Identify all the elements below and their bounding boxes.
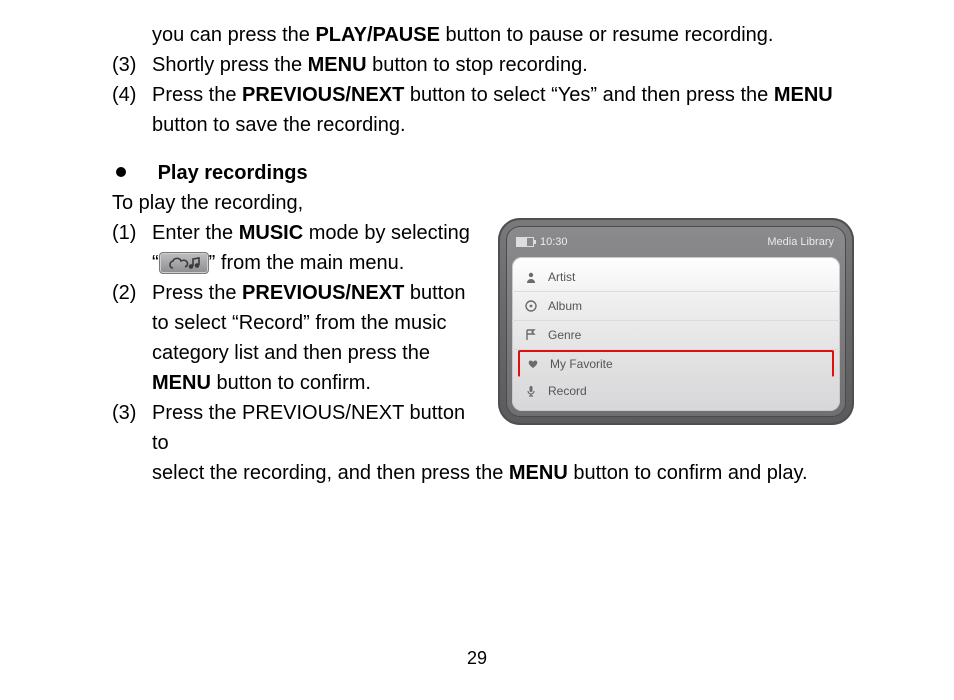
- music-mode-icon: [159, 252, 209, 274]
- battery-icon: [516, 237, 534, 247]
- text: select the recording, and then press the: [152, 462, 509, 484]
- mic-icon: [524, 384, 538, 398]
- bold: PLAY/PAUSE: [315, 24, 439, 46]
- heart-icon: [526, 357, 540, 371]
- text: Press the: [152, 282, 242, 304]
- bold: MENU: [509, 462, 568, 484]
- section-title: Play recordings: [158, 158, 308, 188]
- text: button to confirm and play.: [568, 462, 808, 484]
- text: ” from the main menu.: [209, 252, 405, 274]
- bold: PREVIOUS/NEXT: [242, 84, 404, 106]
- device-menu-item-album: Album: [512, 292, 840, 321]
- bold: PREVIOUS/NEXT: [242, 282, 404, 304]
- text: button to select “Yes” and then press th…: [404, 84, 774, 106]
- list-number: (3): [112, 50, 152, 80]
- device-menu-item-artist: Artist: [512, 263, 840, 292]
- text: you can press the: [152, 24, 315, 46]
- text: Press the: [152, 84, 242, 106]
- device-menu-item-record: Record: [512, 377, 840, 405]
- device-menu-item-favorite-highlighted: My Favorite: [518, 350, 834, 377]
- list-number-blank: [112, 458, 152, 488]
- list-number: (1): [112, 218, 152, 278]
- list-number: (3): [112, 398, 152, 458]
- play-step-3b: select the recording, and then press the…: [152, 458, 808, 488]
- section-header-row: Play recordings: [112, 158, 854, 188]
- play-step-3a: Press the PREVIOUS/NEXT button to: [152, 398, 480, 458]
- step-4-text: Press the PREVIOUS/NEXT button to select…: [152, 80, 854, 140]
- fragment-line: you can press the PLAY/PAUSE button to p…: [152, 20, 854, 50]
- bold: MENU: [152, 372, 211, 394]
- bold: MENU: [774, 84, 833, 106]
- device-menu-label: Record: [548, 382, 587, 400]
- device-title: Media Library: [767, 234, 834, 251]
- text: Enter the: [152, 222, 239, 244]
- device-time: 10:30: [540, 234, 568, 251]
- list-number: (2): [112, 278, 152, 398]
- bullet-icon: [112, 158, 152, 185]
- step-3-text: Shortly press the MENU button to stop re…: [152, 50, 854, 80]
- play-steps-list: (1) Enter the MUSIC mode by selecting “ …: [112, 218, 480, 458]
- person-icon: [524, 270, 538, 284]
- device-menu-label: Artist: [548, 268, 575, 286]
- section-intro: To play the recording,: [112, 188, 854, 218]
- list-number: (4): [112, 80, 152, 140]
- device-menu-list: Artist Album: [512, 263, 840, 405]
- text: button to save the recording.: [152, 114, 406, 136]
- device-menu-label: Album: [548, 297, 582, 315]
- text: button to pause or resume recording.: [440, 24, 774, 46]
- text: button to stop recording.: [367, 54, 588, 76]
- device-menu-label: My Favorite: [550, 355, 613, 373]
- flag-icon: [524, 328, 538, 342]
- list-number-blank: [112, 20, 152, 50]
- device-screenshot: 10:30 Media Library Artist: [498, 218, 854, 425]
- device-menu-item-genre: Genre: [512, 321, 840, 350]
- bold: MENU: [308, 54, 367, 76]
- device-statusbar: 10:30 Media Library: [512, 232, 840, 257]
- text: button to confirm.: [211, 372, 371, 394]
- device-menu-label: Genre: [548, 326, 581, 344]
- instruction-list-top: you can press the PLAY/PAUSE button to p…: [112, 20, 854, 140]
- page-number: 29: [0, 645, 954, 672]
- play-step-1: Enter the MUSIC mode by selecting “ ” fr…: [152, 218, 480, 278]
- text: Shortly press the: [152, 54, 308, 76]
- bold: MUSIC: [239, 222, 303, 244]
- disc-icon: [524, 299, 538, 313]
- play-step-2: Press the PREVIOUS/NEXT button to select…: [152, 278, 480, 398]
- play-step-3-continuation: select the recording, and then press the…: [112, 458, 808, 488]
